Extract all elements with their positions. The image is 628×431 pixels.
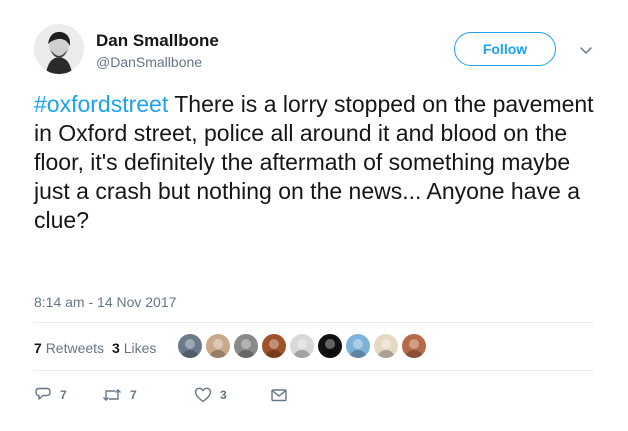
reply-button[interactable]: 7 [34, 386, 102, 404]
heart-icon [194, 386, 212, 404]
retweet-icon [102, 386, 122, 404]
chevron-down-icon[interactable] [578, 42, 594, 58]
avatar-image [34, 24, 84, 74]
retweet-button[interactable]: 7 [102, 386, 194, 404]
liker-avatar[interactable] [402, 334, 426, 358]
liker-avatar[interactable] [262, 334, 286, 358]
tweet-text: #oxfordstreet There is a lorry stopped o… [34, 90, 604, 235]
reply-icon [34, 386, 52, 404]
action-bar: 7 7 3 [34, 386, 288, 404]
liker-avatar[interactable] [374, 334, 398, 358]
divider [34, 322, 594, 323]
liker-avatar[interactable] [178, 334, 202, 358]
like-button[interactable]: 3 [194, 386, 270, 404]
direct-message-button[interactable] [270, 386, 288, 404]
liker-avatar[interactable] [234, 334, 258, 358]
envelope-icon [270, 386, 288, 404]
likes-stat[interactable]: 3 Likes [112, 340, 156, 356]
user-name[interactable]: Dan Smallbone [96, 31, 219, 51]
engagement-stats: 7 Retweets 3 Likes [34, 340, 156, 356]
liker-avatar[interactable] [290, 334, 314, 358]
follow-button[interactable]: Follow [454, 32, 556, 66]
avatar[interactable] [34, 24, 84, 74]
divider [34, 370, 594, 371]
retweets-stat[interactable]: 7 Retweets [34, 340, 104, 356]
liker-avatar[interactable] [318, 334, 342, 358]
user-handle[interactable]: @DanSmallbone [96, 54, 202, 70]
retweet-count: 7 [130, 388, 137, 402]
retweets-label: Retweets [45, 340, 105, 356]
hashtag-link[interactable]: #oxfordstreet [34, 91, 168, 117]
likes-count: 3 [112, 340, 120, 356]
liker-avatar[interactable] [206, 334, 230, 358]
like-count: 3 [220, 388, 227, 402]
reply-count: 7 [60, 388, 67, 402]
timestamp[interactable]: 8:14 am - 14 Nov 2017 [34, 294, 176, 310]
likes-label: Likes [123, 340, 157, 356]
likers-avatars [178, 334, 426, 358]
retweets-count: 7 [34, 340, 42, 356]
tweet-card: Dan Smallbone @DanSmallbone Follow #oxfo… [0, 0, 628, 431]
liker-avatar[interactable] [346, 334, 370, 358]
